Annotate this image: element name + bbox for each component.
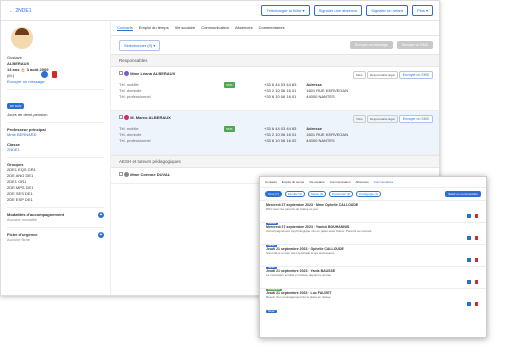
send-message-button[interactable]: Envoyer un message (349, 41, 393, 49)
work-value: +33 6 10 06 16 01 (264, 94, 297, 99)
tab-commentaires[interactable]: Commentaires (259, 25, 285, 31)
report-absence-button[interactable]: Signaler une absence (313, 5, 363, 16)
relation-tag: Mère (352, 71, 366, 79)
contact-name: M. Marco ALBERAUX (130, 115, 171, 120)
section-responsables: Responsables (111, 54, 439, 67)
comment-entry: Jeudi 21 septembre 2023 · Ophelie CALLOU… (260, 244, 486, 269)
tab-commentaires[interactable]: Commentaires (374, 180, 394, 184)
tab-emploi[interactable]: Emploi du temps (282, 180, 304, 184)
comment-text: Accompagnement psychologique mis en plac… (266, 229, 373, 233)
filter-pedagogie[interactable]: Pédagogie (1) (356, 191, 382, 197)
delete-icon[interactable] (475, 280, 478, 284)
edit-photo-icon[interactable] (41, 71, 48, 78)
prof-link[interactable]: Mme BERNARD (7, 132, 104, 138)
person-icon (124, 115, 130, 120)
group-item[interactable]: 2DE ESP DE1 (7, 197, 104, 203)
add-modalite-button[interactable]: + (98, 212, 104, 218)
student-sidebar: Gustave ALBERAUX 14 ans 🎂 3 août 2009 (M… (1, 21, 111, 295)
delete-icon[interactable] (475, 302, 478, 306)
comments-popup: Contacts Emploi du temps Vie scolaire Co… (259, 176, 487, 338)
edit-icon[interactable] (467, 214, 471, 218)
work-label: Tél. professionnel (119, 94, 151, 99)
more-button[interactable]: Plus ▾ (412, 5, 433, 16)
regime-badge: DP DAN (7, 103, 25, 109)
filter-famille[interactable]: Famille (2) (284, 191, 306, 197)
address-line2: 44000 NANTES (306, 138, 335, 143)
section-aesh: AESH et tuteurs pédagogiques (111, 155, 439, 168)
work-value: +33 6 10 06 16 02 (264, 138, 297, 143)
contact-card: Mme Léana ALBERAUX Mère Responsable léga… (111, 67, 439, 111)
tab-vie-scolaire[interactable]: Vie scolaire (309, 180, 324, 184)
send-message-link[interactable]: Envoyer un message (7, 79, 104, 85)
tab-communication[interactable]: Communication (330, 180, 351, 184)
address-line2: 44000 NANTES (306, 94, 335, 99)
fiche-value: Aucune fiche (7, 237, 31, 242)
filter-all[interactable]: Tous (7) (265, 191, 282, 197)
modalites-value: Aucune modalité (7, 217, 37, 222)
delete-icon[interactable] (52, 71, 57, 78)
select-dropdown[interactable]: Sélectionner (0) ▾ (119, 39, 161, 51)
tab-contacts[interactable]: Contacts (117, 25, 133, 31)
edit-icon[interactable] (467, 258, 471, 262)
back-link[interactable]: ← 2NDE1 (9, 8, 32, 14)
edit-icon[interactable] (467, 280, 471, 284)
send-sms-button[interactable]: Envoyer un SMS (396, 41, 433, 49)
tab-absences[interactable]: Absences (355, 180, 368, 184)
edit-icon[interactable] (467, 236, 471, 240)
tab-absences[interactable]: Absences (235, 25, 253, 31)
contact-sms-button[interactable]: Envoyer un SMS (398, 115, 433, 123)
download-sheet-button[interactable]: Télécharger la fiche ▾ (261, 5, 310, 16)
demi-pension-link[interactable]: Jours de demi-pension (7, 112, 104, 118)
delete-icon[interactable] (475, 258, 478, 262)
tab-contacts[interactable]: Contacts (265, 180, 277, 184)
legal-tag: Responsable légal (366, 71, 398, 79)
top-bar: ← 2NDE1 Télécharger la fiche ▾ Signaler … (1, 1, 439, 21)
comment-text: Besoin d'un aménagement de la place en c… (266, 295, 331, 299)
comment-entry: Jeudi 21 septembre 2023 · Yanis BAUSSE L… (260, 266, 486, 291)
delete-icon[interactable] (475, 236, 478, 240)
legal-tag: Responsable légal (366, 115, 398, 123)
filter-sante[interactable]: Santé (3) (308, 191, 327, 197)
comment-entry: Jeudi 21 septembre 2023 · Luc FAUVET Bes… (260, 288, 486, 313)
comment-text: RDV avec les parents de l'élève ce jour (266, 207, 319, 211)
report-late-button[interactable]: Signaler un retard (366, 5, 409, 16)
tab-emploi[interactable]: Emploi du temps (139, 25, 169, 31)
classe-link[interactable]: 2NDE1 (7, 147, 104, 153)
comment-category: Santé (266, 310, 277, 313)
contact-sms-button[interactable]: Envoyer un SMS (398, 71, 433, 79)
contact-checkbox[interactable] (119, 71, 123, 75)
filter-personnel[interactable]: Personnel (1) (329, 191, 354, 197)
tab-communication[interactable]: Communication (201, 25, 229, 31)
add-fiche-button[interactable]: + (98, 232, 104, 238)
person-icon (124, 71, 130, 76)
delete-icon[interactable] (475, 214, 478, 218)
comment-entry: Mercredi 27 septembre 2023 · Mme Ophelie… (260, 200, 486, 225)
avatar (11, 27, 33, 49)
comment-text: Suivi élève en lien avec la famille et l… (266, 251, 335, 255)
aesh-name: Mme Corinne DUVAL (130, 172, 171, 177)
edit-icon[interactable] (467, 302, 471, 306)
person-icon (124, 172, 130, 177)
contact-name: Mme Léana ALBERAUX (130, 71, 176, 76)
contact-checkbox[interactable] (119, 172, 123, 176)
relation-tag: Père (353, 115, 366, 123)
comment-entry: Mercredi 27 septembre 2023 · Yanick BOUH… (260, 222, 486, 247)
tab-vie-scolaire[interactable]: Vie scolaire (175, 25, 196, 31)
contact-card: M. Marco ALBERAUX Père Responsable légal… (111, 111, 439, 155)
contact-checkbox[interactable] (119, 115, 123, 119)
comment-text: La motivation semble en baisse depuis la… (266, 273, 332, 277)
work-label: Tél. professionnel (119, 138, 151, 143)
add-comment-button[interactable]: Saisir un commentaire (445, 191, 481, 197)
